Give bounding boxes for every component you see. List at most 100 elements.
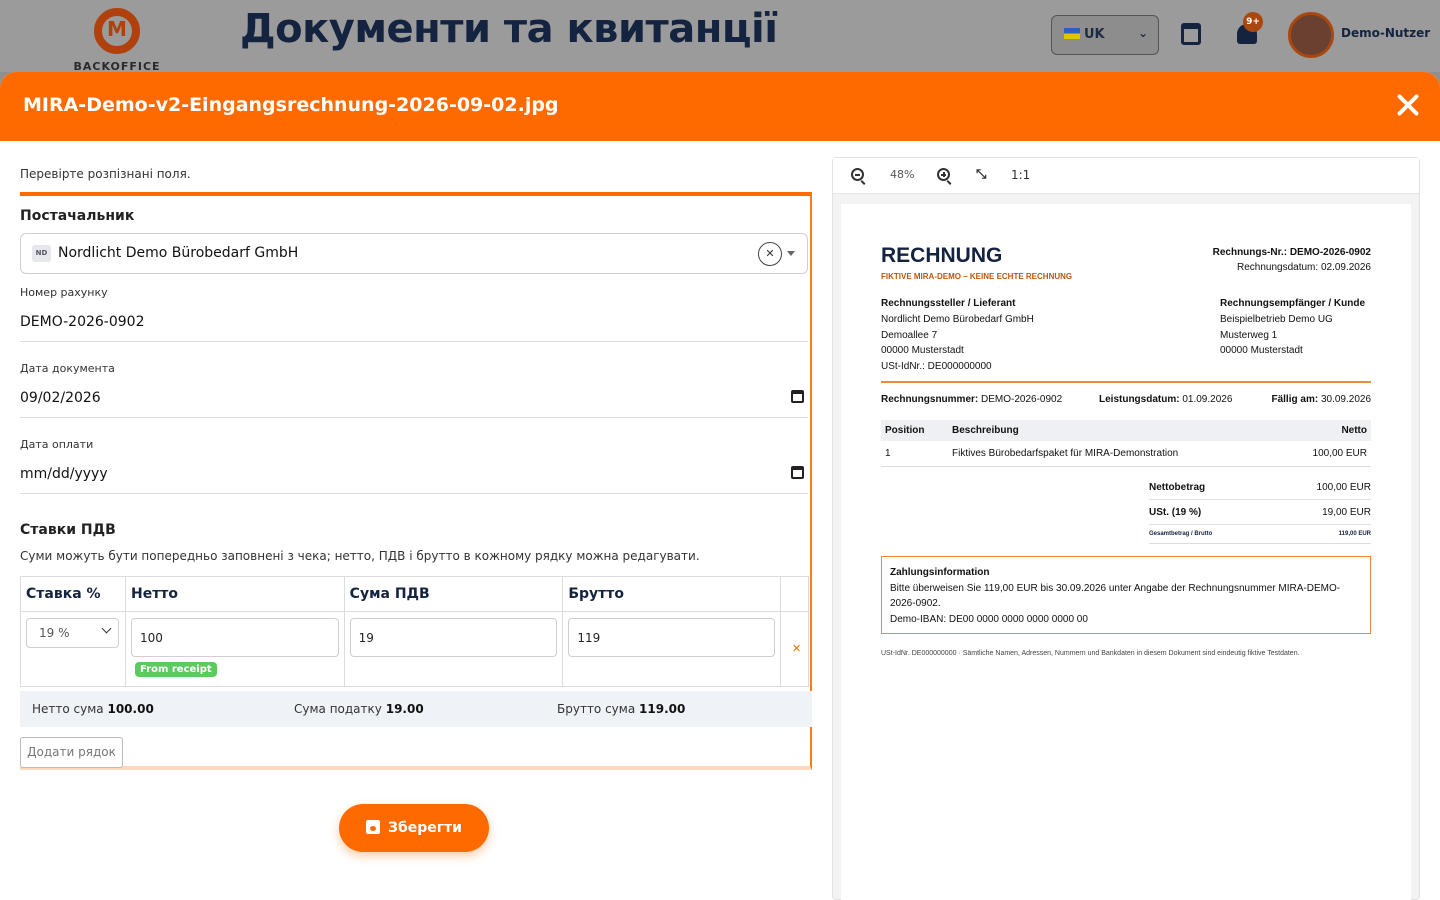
gross-total-label: Брутто сума: [557, 702, 636, 716]
net-amount-label: Nettobetrag: [1149, 482, 1206, 493]
meta-due-date: Fällig am: 30.09.2026: [1271, 394, 1371, 405]
zoom-level: 48%: [890, 168, 915, 181]
meta-service-date: Leistungsdatum: 01.09.2026: [1099, 394, 1232, 405]
gross-cell: 119: [562, 611, 781, 687]
save-button[interactable]: Зберегти: [339, 804, 489, 852]
net-input[interactable]: 100: [130, 618, 339, 657]
invoice-number-label: Номер рахунку: [20, 286, 108, 299]
divider: [20, 417, 808, 418]
supplier-label: Постачальник: [20, 208, 135, 224]
vat-table: Ставка % Нетто Сума ПДВ Брутто 19 % 100 …: [20, 576, 809, 687]
table-row: 19 % 100 From receipt 19 119 ✕: [20, 611, 809, 687]
receipt-footer: USt-IdNr. DE000000000 · Sämtliche Namen,…: [881, 650, 1300, 657]
calendar-picker-icon[interactable]: [791, 466, 804, 479]
modal-title: MIRA-Demo-v2-Eingangsrechnung-2026-09-02…: [23, 94, 559, 116]
buyer-heading: Rechnungsempfänger / Kunde: [1220, 298, 1366, 309]
gear-logo-icon: M: [94, 8, 140, 54]
column-header: Netto: [1281, 420, 1371, 441]
gross-amount-value: 119,00 EUR: [1338, 531, 1371, 537]
dropdown-arrow-icon[interactable]: [787, 251, 795, 256]
vat-note: Суми можуть бути попередньо заповнені з …: [20, 549, 700, 563]
divider: [20, 493, 808, 494]
seller-line: Demoallee 7: [881, 330, 938, 341]
column-header: Beschreibung: [948, 420, 1282, 441]
fit-screen-icon[interactable]: ⤡: [976, 168, 990, 182]
from-receipt-badge: From receipt: [134, 662, 217, 677]
actual-size-button[interactable]: 1:1: [1011, 168, 1030, 182]
supplier-select[interactable]: ND Nordlicht Demo Bürobedarf GmbH ✕: [20, 233, 808, 274]
column-header: Брутто: [562, 576, 781, 612]
vat-rate-value: 19 %: [39, 626, 70, 640]
document-preview: 48% ⤡ 1:1 RECHNUNG FIKTIVE MIRA-DEMO – K…: [832, 157, 1420, 900]
column-header: Сума ПДВ: [343, 576, 564, 612]
notification-badge: 9+: [1243, 12, 1263, 32]
document-date-input[interactable]: 09/02/2026: [20, 390, 101, 406]
language-select[interactable]: UK ⌄: [1051, 15, 1159, 55]
seller-line: 00000 Musterstadt: [881, 345, 964, 356]
column-header: Position: [881, 420, 948, 441]
vat-amount-value: 19,00 EUR: [1322, 507, 1371, 518]
user-name[interactable]: Demo-Nutzer: [1341, 26, 1430, 40]
totals-bar: Нетто сума 100.00 Сума податку 19.00 Бру…: [20, 691, 812, 727]
buyer-line: 00000 Musterstadt: [1220, 345, 1303, 356]
zoom-out-icon[interactable]: [851, 168, 864, 181]
document-modal: MIRA-Demo-v2-Eingangsrechnung-2026-09-02…: [0, 72, 1440, 900]
gross-total: Брутто сума 119.00: [557, 702, 685, 716]
net-total-value: 100.00: [107, 702, 154, 716]
ukraine-flag-icon: [1064, 28, 1080, 39]
seller-heading: Rechnungssteller / Lieferant: [881, 298, 1016, 309]
column-header: Ставка %: [20, 576, 126, 612]
calendar-picker-icon[interactable]: [791, 390, 804, 403]
page-title: Документи та квитанції: [240, 6, 778, 52]
divider: [20, 341, 808, 342]
vat-rate-select[interactable]: 19 %: [26, 618, 119, 648]
calendar-icon[interactable]: [1181, 23, 1201, 45]
delete-cell: ✕: [780, 611, 809, 687]
net-total: Нетто сума 100.00: [32, 702, 154, 716]
item-desc: Fiktives Bürobedarfspaket für MIRA-Demon…: [948, 441, 1282, 467]
vat-amount-label: USt. (19 %): [1149, 507, 1202, 518]
payment-date-input[interactable]: mm/dd/yyyy: [20, 466, 108, 482]
payment-date-label: Дата оплати: [20, 438, 94, 451]
receipt-date: Rechnungsdatum: 02.09.2026: [1237, 262, 1371, 273]
seller-line: USt-IdNr.: DE000000000: [881, 361, 992, 372]
meta-value: 30.09.2026: [1318, 394, 1371, 405]
net-cell: 100 From receipt: [124, 611, 345, 687]
table-header: Ставка % Нетто Сума ПДВ Брутто: [20, 576, 809, 612]
tax-total-value: 19.00: [385, 702, 424, 716]
avatar[interactable]: [1288, 12, 1334, 58]
meta-label: Rechnungsnummer:: [881, 394, 979, 405]
gross-amount-label: Gesamtbetrag / Brutto: [1149, 531, 1213, 537]
gross-input[interactable]: 119: [568, 618, 775, 657]
rate-cell: 19 %: [20, 611, 126, 687]
receipt-number: Rechnungs-Nr.: DEMO-2026-0902: [1212, 247, 1371, 258]
divider: [1149, 499, 1371, 500]
preview-toolbar: 48% ⤡ 1:1: [833, 158, 1419, 194]
clear-icon[interactable]: ✕: [758, 242, 782, 266]
app-logo: M BACKOFFICE: [72, 8, 162, 73]
payment-info-text: Bitte überweisen Sie 119,00 EUR bis 30.0…: [890, 582, 1341, 610]
meta-label: Fällig am:: [1271, 394, 1319, 405]
tax-total: Сума податку 19.00: [294, 702, 424, 716]
payment-iban: Demo-IBAN: DE00 0000 0000 0000 0000 00: [890, 613, 1088, 625]
add-row-button[interactable]: Додати рядок: [20, 737, 123, 768]
payment-info-heading: Zahlungsinformation: [890, 567, 990, 578]
close-icon[interactable]: [1392, 90, 1422, 120]
net-amount-value: 100,00 EUR: [1316, 482, 1371, 493]
meta-value: 01.09.2026: [1179, 394, 1233, 405]
buyer-line: Beispielbetrieb Demo UG: [1220, 314, 1333, 325]
review-hint: Перевірте розпізнані поля.: [20, 167, 191, 181]
seller-line: Nordlicht Demo Bürobedarf GmbH: [881, 314, 1034, 325]
meta-value: DEMO-2026-0902: [978, 394, 1063, 405]
chevron-down-icon: ⌄: [1137, 26, 1148, 40]
delete-row-icon[interactable]: ✕: [792, 642, 801, 655]
invoice-number-input[interactable]: DEMO-2026-0902: [20, 314, 144, 330]
item-pos: 1: [881, 441, 948, 467]
vat-cell: 19: [343, 611, 564, 687]
column-header: Нетто: [124, 576, 345, 612]
payment-info-box: Zahlungsinformation Bitte überweisen Sie…: [881, 556, 1371, 634]
vat-section-title: Ставки ПДВ: [20, 522, 116, 538]
table-header: Position Beschreibung Netto: [881, 420, 1371, 441]
zoom-in-icon[interactable]: [937, 168, 950, 181]
vat-amount-input[interactable]: 19: [349, 618, 558, 657]
